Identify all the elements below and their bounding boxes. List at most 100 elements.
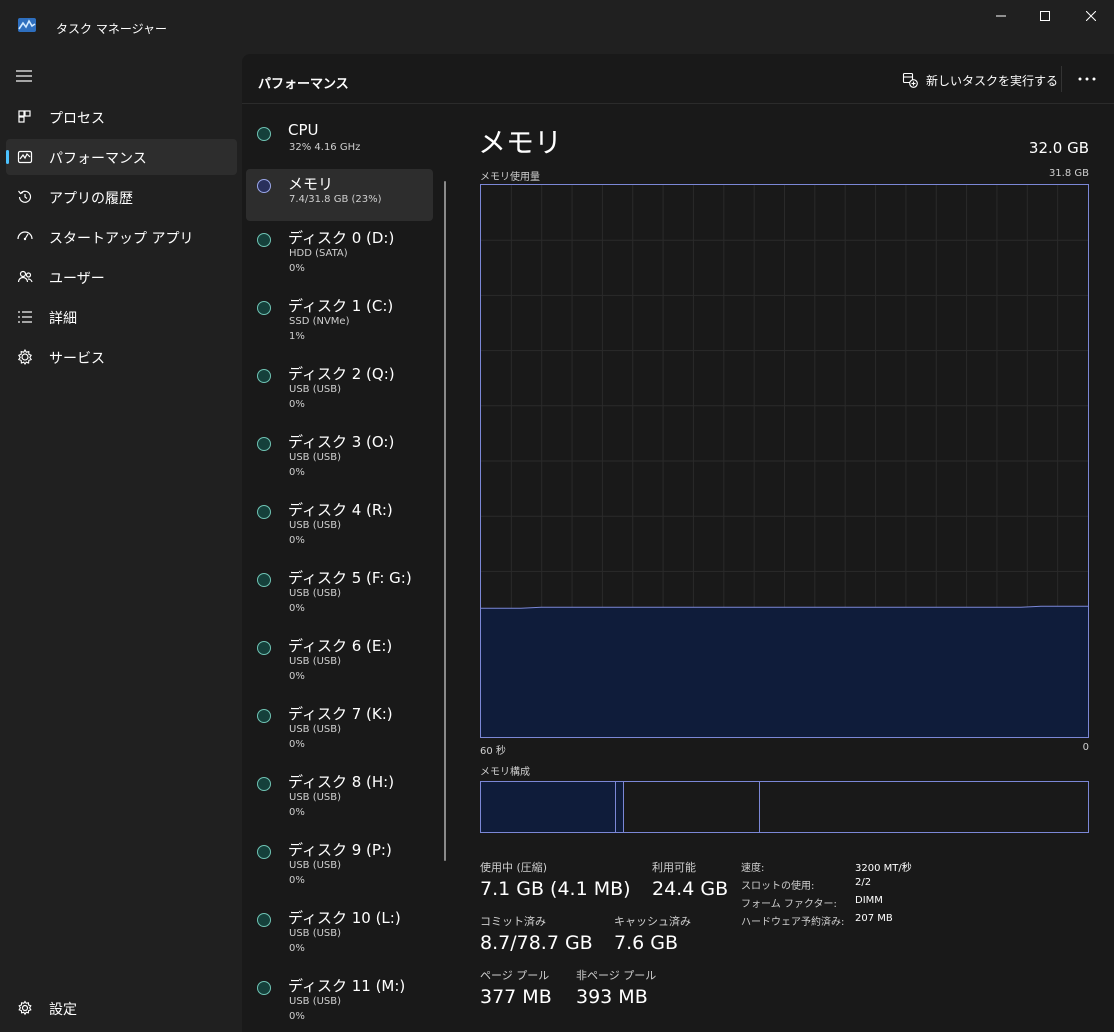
device-list-scrollbar[interactable] (444, 181, 446, 861)
sidebar-item-processes[interactable]: プロセス (6, 99, 237, 135)
stat-label: キャッシュ済み (614, 915, 691, 928)
device-detail: USB (USB) (289, 792, 342, 803)
disk-indicator-icon (257, 301, 271, 315)
device-item-disk-3[interactable]: ディスク 3 (O:) USB (USB) 0% (246, 427, 433, 479)
app-history-icon (18, 190, 32, 203)
device-item-disk-2[interactable]: ディスク 2 (Q:) USB (USB) 0% (246, 359, 433, 411)
sidebar-item-services[interactable]: サービス (6, 339, 237, 375)
memory-indicator-icon (257, 179, 271, 193)
disk-indicator-icon (257, 913, 271, 927)
device-item-disk-1[interactable]: ディスク 1 (C:) SSD (NVMe) 1% (246, 291, 433, 343)
sidebar-item-settings[interactable]: 設定 (6, 990, 237, 1026)
prop-hw-reserved-label: ハードウェア予約済み: (741, 917, 845, 928)
hamburger-menu-icon[interactable] (16, 69, 34, 83)
device-detail: USB (USB) (289, 452, 342, 463)
sidebar-item-startup[interactable]: スタートアップ アプリ (6, 219, 237, 255)
device-name: ディスク 2 (Q:) (288, 365, 395, 383)
disk-indicator-icon (257, 369, 271, 383)
device-detail: USB (USB) (289, 520, 342, 531)
prop-slots-label: スロットの使用: (741, 881, 815, 892)
device-item-memory[interactable]: メモリ 7.4/31.8 GB (23%) (246, 169, 433, 221)
device-detail: USB (USB) (289, 588, 342, 599)
services-icon (17, 348, 33, 365)
device-item-disk-0[interactable]: ディスク 0 (D:) HDD (SATA) 0% (246, 223, 433, 275)
device-item-disk-10[interactable]: ディスク 10 (L:) USB (USB) 0% (246, 903, 433, 955)
startup-icon (17, 231, 33, 241)
stat-committed: コミット済み 8.7/78.7 GB (480, 913, 593, 954)
composition-in-use-segment (481, 782, 616, 832)
composition-standby-segment (624, 782, 761, 832)
device-usage: 0% (289, 603, 305, 614)
sidebar-item-label: 設定 (49, 1002, 77, 1018)
sidebar-item-label: アプリの履歴 (49, 191, 133, 207)
task-manager-app-icon (18, 18, 36, 32)
main-content: パフォーマンス 新しいタスクを実行する CPU 32% 4.16 GHz メモリ… (242, 54, 1114, 1032)
device-item-disk-6[interactable]: ディスク 6 (E:) USB (USB) 0% (246, 631, 433, 683)
device-usage: 0% (289, 739, 305, 750)
more-options-button[interactable] (1072, 67, 1102, 91)
run-new-task-button[interactable]: 新しいタスクを実行する (902, 70, 1058, 90)
device-detail: 32% 4.16 GHz (289, 142, 361, 153)
prop-slots-value: 2/2 (855, 877, 872, 888)
device-item-disk-4[interactable]: ディスク 4 (R:) USB (USB) 0% (246, 495, 433, 547)
close-button[interactable] (1076, 6, 1106, 26)
maximize-button[interactable] (1030, 6, 1060, 26)
sidebar-item-performance[interactable]: パフォーマンス (6, 139, 237, 175)
processes-icon (18, 110, 31, 123)
device-usage: 0% (289, 671, 305, 682)
stat-label: 非ページ プール (576, 969, 657, 982)
device-usage: 0% (289, 807, 305, 818)
sidebar-item-users[interactable]: ユーザー (6, 259, 237, 295)
sidebar-item-label: パフォーマンス (49, 151, 147, 167)
sidebar-item-label: 詳細 (49, 311, 77, 327)
device-detail: USB (USB) (289, 724, 342, 735)
device-name: ディスク 3 (O:) (288, 433, 395, 451)
device-detail: USB (USB) (289, 384, 342, 395)
close-icon (1086, 11, 1096, 21)
sidebar-item-label: プロセス (49, 111, 105, 127)
sidebar-item-label: スタートアップ アプリ (49, 231, 194, 247)
device-detail: USB (USB) (289, 656, 342, 667)
prop-speed-value: 3200 MT/秒 (855, 863, 912, 874)
window-title: タスク マネージャー (56, 22, 167, 36)
composition-free-segment (760, 782, 1088, 832)
device-name: ディスク 5 (F: G:) (288, 569, 412, 587)
memory-usage-graph (480, 184, 1089, 738)
device-name: ディスク 9 (P:) (288, 841, 392, 859)
prop-speed-label: 速度: (741, 863, 765, 874)
device-detail: HDD (SATA) (289, 248, 348, 259)
stat-label: 利用可能 (652, 861, 696, 874)
stat-label: コミット済み (480, 915, 546, 928)
device-name: ディスク 8 (H:) (288, 773, 395, 791)
device-detail: USB (USB) (289, 860, 342, 871)
graph-axis-start: 60 秒 (480, 746, 506, 757)
device-name: CPU (288, 121, 319, 139)
device-name: ディスク 6 (E:) (288, 637, 393, 655)
device-item-cpu[interactable]: CPU 32% 4.16 GHz (246, 117, 433, 169)
disk-indicator-icon (257, 709, 271, 723)
page-title: パフォーマンス (258, 77, 349, 92)
maximize-icon (1040, 11, 1050, 21)
device-detail: 7.4/31.8 GB (23%) (289, 194, 382, 205)
device-item-disk-9[interactable]: ディスク 9 (P:) USB (USB) 0% (246, 835, 433, 887)
device-name: ディスク 7 (K:) (288, 705, 393, 723)
memory-composition-bar (480, 781, 1089, 833)
details-icon (18, 311, 32, 323)
device-name: ディスク 4 (R:) (288, 501, 393, 519)
device-usage: 0% (289, 399, 305, 410)
stat-value: 7.6 GB (614, 932, 679, 954)
device-item-disk-11[interactable]: ディスク 11 (M:) USB (USB) 0% (246, 971, 433, 1023)
disk-indicator-icon (257, 233, 271, 247)
minimize-icon (996, 15, 1006, 17)
device-usage: 0% (289, 263, 305, 274)
minimize-button[interactable] (986, 6, 1016, 26)
run-new-task-label: 新しいタスクを実行する (926, 73, 1059, 88)
sidebar-item-app-history[interactable]: アプリの履歴 (6, 179, 237, 215)
stat-value: 377 MB (480, 986, 552, 1008)
device-item-disk-5[interactable]: ディスク 5 (F: G:) USB (USB) 0% (246, 563, 433, 615)
stat-label: ページ プール (480, 969, 550, 982)
device-item-disk-8[interactable]: ディスク 8 (H:) USB (USB) 0% (246, 767, 433, 819)
sidebar-item-details[interactable]: 詳細 (6, 299, 237, 335)
device-item-disk-7[interactable]: ディスク 7 (K:) USB (USB) 0% (246, 699, 433, 751)
prop-hw-reserved-value: 207 MB (855, 913, 893, 924)
